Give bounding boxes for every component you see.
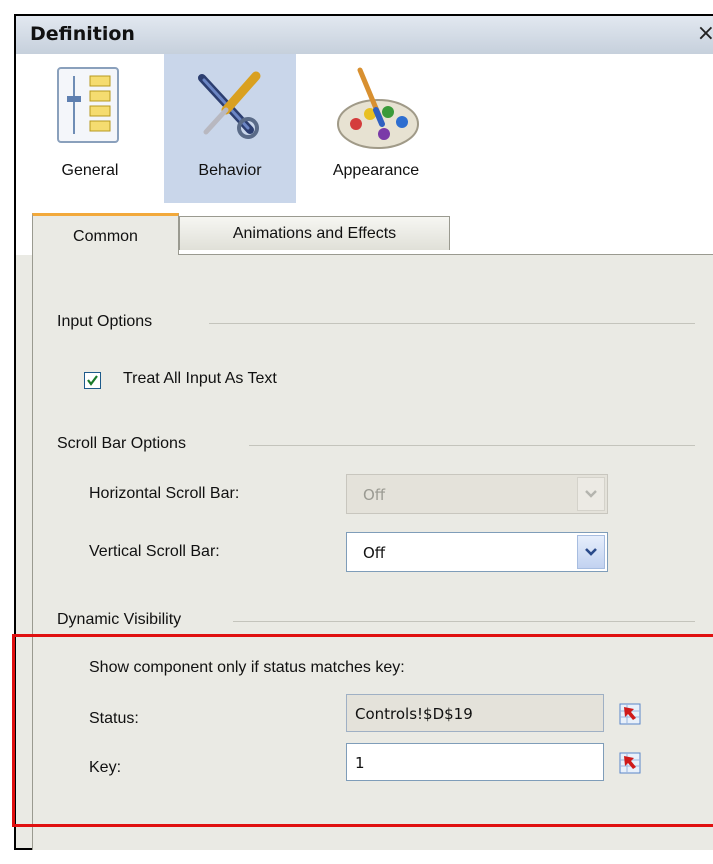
- panel-title: Definition: [30, 23, 135, 45]
- dynamic-visibility-description: Show component only if status matches ke…: [89, 659, 405, 676]
- checkmark-icon: [87, 375, 98, 386]
- tab-animations-and-effects[interactable]: Animations and Effects: [179, 216, 450, 250]
- treat-input-as-text-label: Treat All Input As Text: [123, 370, 277, 387]
- horizontal-scroll-bar-select: Off: [346, 474, 608, 514]
- key-value: 1: [355, 754, 365, 772]
- behavior-button[interactable]: Behavior: [164, 54, 296, 203]
- status-value: Controls!$D$19: [355, 705, 473, 723]
- behavior-label: Behavior: [198, 162, 262, 179]
- vertical-scroll-bar-value: Off: [363, 544, 386, 562]
- horizontal-scroll-bar-value: Off: [363, 486, 386, 504]
- tab-common[interactable]: Common: [32, 213, 179, 255]
- chevron-down-icon[interactable]: [577, 535, 605, 569]
- general-settings-icon: [57, 67, 119, 143]
- paint-palette-icon: [337, 67, 419, 149]
- scroll-bar-options-divider: [249, 445, 695, 446]
- dynamic-visibility-heading: Dynamic Visibility: [57, 611, 182, 628]
- status-label: Status:: [89, 710, 139, 727]
- title-bar: Definition ×: [16, 16, 713, 55]
- status-field: Controls!$D$19: [346, 694, 604, 732]
- vertical-scroll-bar-label: Vertical Scroll Bar:: [89, 543, 220, 560]
- vertical-scroll-bar-select[interactable]: Off: [346, 532, 608, 572]
- input-options-heading: Input Options: [57, 313, 153, 330]
- common-tab-panel: Input Options Treat All Input As Text Sc…: [32, 254, 713, 850]
- treat-input-as-text-checkbox[interactable]: [84, 372, 101, 389]
- appearance-button[interactable]: Appearance: [306, 54, 446, 203]
- scroll-bar-options-heading: Scroll Bar Options: [57, 435, 186, 452]
- input-options-divider: [209, 323, 695, 324]
- dynamic-visibility-divider: [233, 621, 695, 622]
- tab-strip: Common Animations and Effects: [16, 203, 713, 255]
- cell-selector-icon[interactable]: [619, 703, 641, 725]
- key-label: Key:: [89, 759, 122, 776]
- wrench-screwdriver-icon: [198, 71, 261, 139]
- horizontal-scroll-bar-label: Horizontal Scroll Bar:: [89, 485, 240, 502]
- close-icon[interactable]: ×: [697, 21, 713, 46]
- general-label: General: [61, 162, 119, 179]
- general-button[interactable]: General: [16, 54, 164, 203]
- definition-panel: Definition × General Behavior Appearance…: [14, 14, 713, 850]
- category-toolbar: General Behavior Appearance: [16, 54, 713, 204]
- key-input[interactable]: 1: [346, 743, 604, 781]
- appearance-label: Appearance: [332, 162, 420, 179]
- chevron-down-icon: [577, 477, 605, 511]
- cell-selector-icon[interactable]: [619, 752, 641, 774]
